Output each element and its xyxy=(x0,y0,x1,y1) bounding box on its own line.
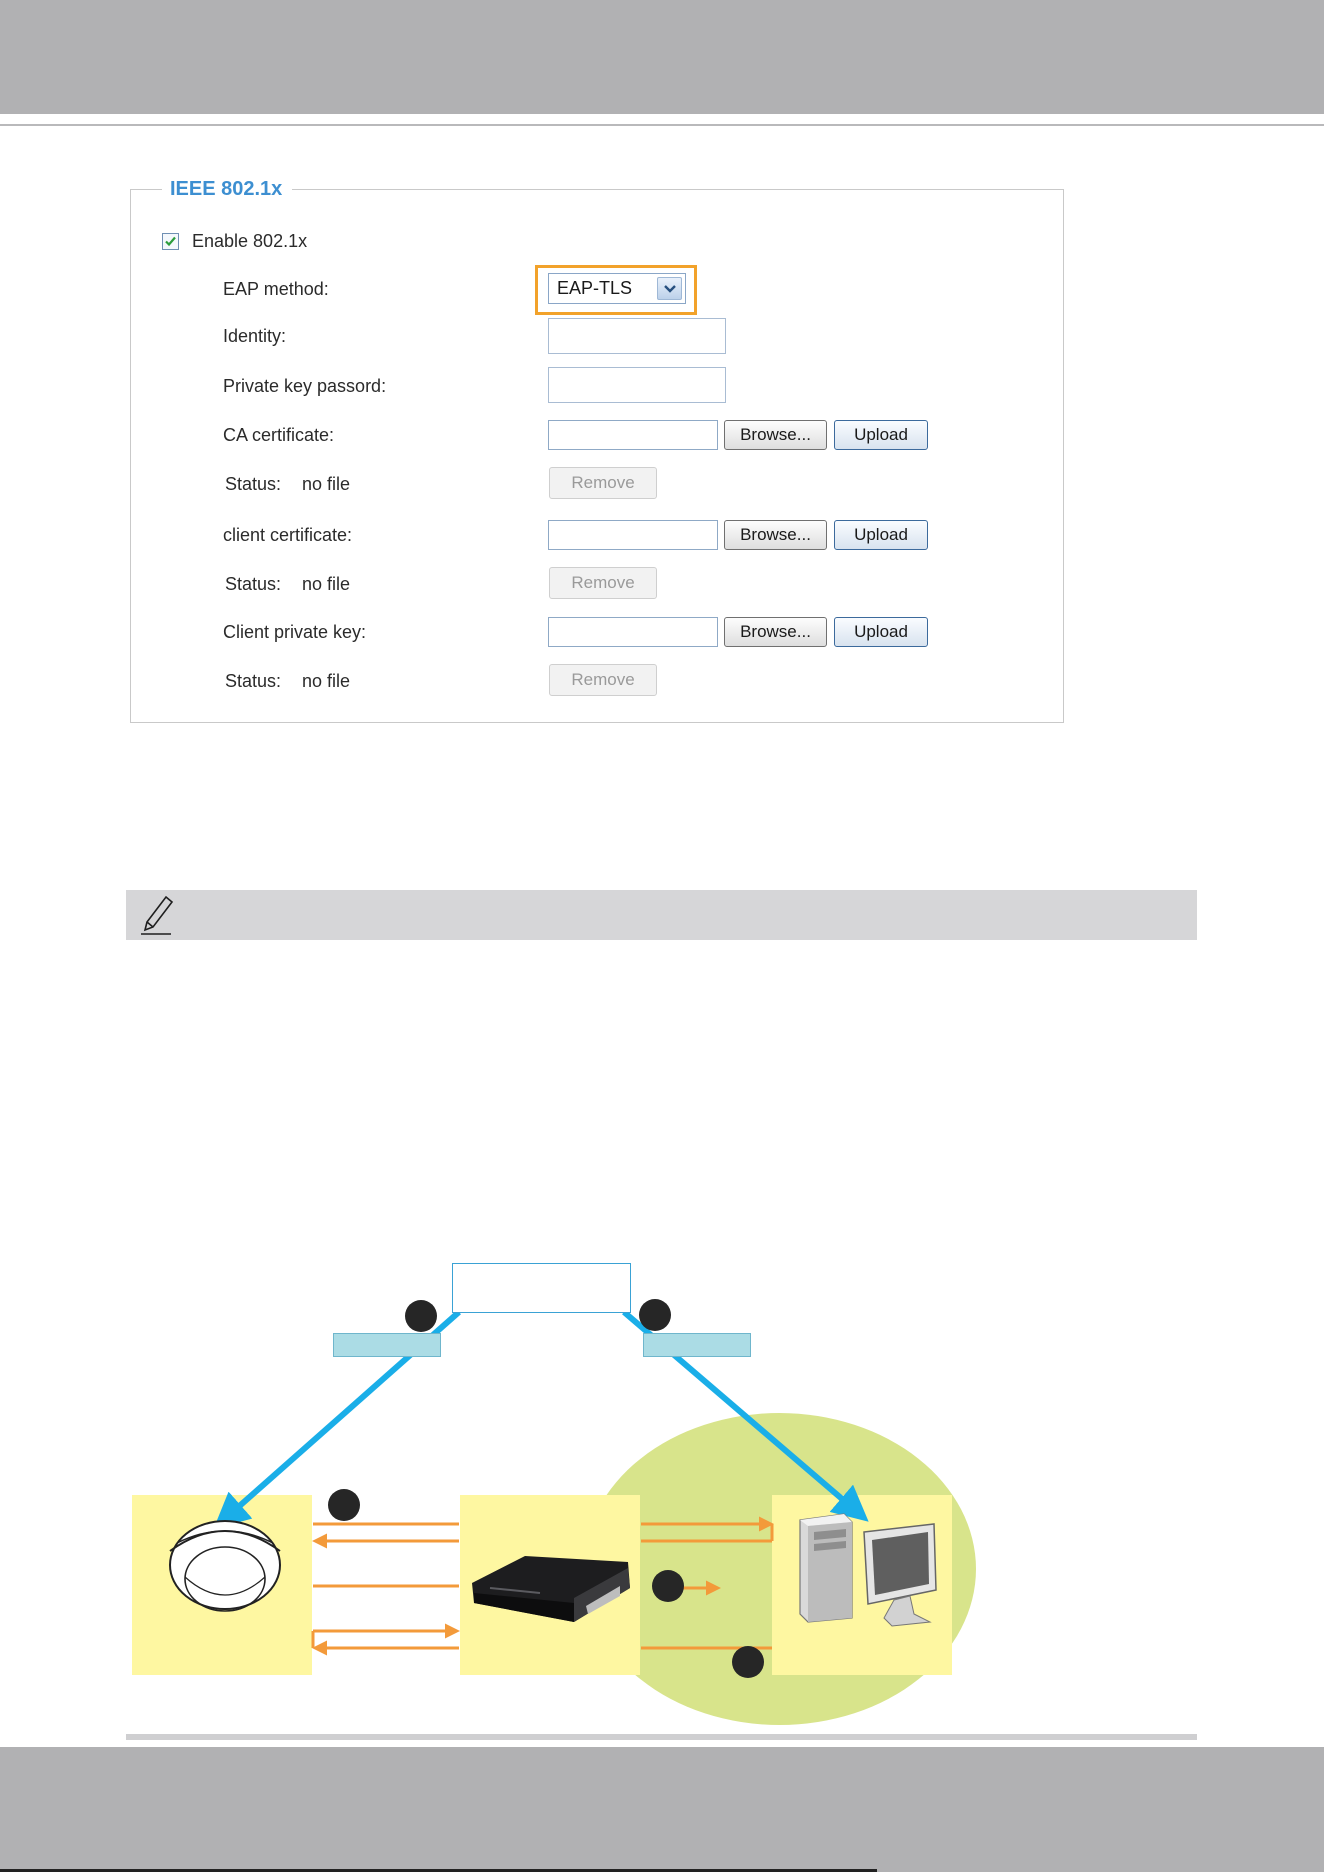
ca-certificate-file-input[interactable] xyxy=(548,420,718,450)
ca-status-value: no file xyxy=(302,474,351,494)
eap-method-label: EAP method: xyxy=(223,279,329,299)
note-bar xyxy=(126,890,1197,940)
client-private-key-label: Client private key: xyxy=(223,622,367,642)
private-key-browse-button[interactable]: Browse... xyxy=(724,617,827,647)
dome-camera-icon xyxy=(169,1520,281,1612)
private-key-status-value: no file xyxy=(302,671,351,691)
client-cert-browse-button[interactable]: Browse... xyxy=(724,520,827,550)
right-label-tag xyxy=(643,1333,751,1357)
private-key-remove-button[interactable]: Remove xyxy=(549,664,657,696)
private-key-upload-button[interactable]: Upload xyxy=(834,617,928,647)
bottom-divider xyxy=(126,1734,1197,1740)
client-cert-status-label: Status: xyxy=(225,574,282,594)
client-certificate-file-input[interactable] xyxy=(548,520,718,550)
client-cert-status-value: no file xyxy=(302,574,351,594)
identity-input[interactable] xyxy=(548,318,726,354)
enable-8021x-label: Enable 802.1x xyxy=(192,231,308,251)
ca-certificate-label: CA certificate: xyxy=(223,425,335,445)
ca-remove-button[interactable]: Remove xyxy=(549,467,657,499)
network-switch-icon xyxy=(472,1556,630,1622)
left-label-tag xyxy=(333,1333,441,1357)
pencil-icon xyxy=(141,895,174,935)
eap-method-value: EAP-TLS xyxy=(557,278,633,298)
enable-8021x-checkbox[interactable] xyxy=(162,233,179,250)
client-certificate-label: client certificate: xyxy=(223,525,353,545)
client-private-key-file-input[interactable] xyxy=(548,617,718,647)
client-cert-remove-button[interactable]: Remove xyxy=(549,567,657,599)
step-marker xyxy=(652,1570,684,1602)
top-divider xyxy=(0,124,1324,126)
ca-status-label: Status: xyxy=(225,474,282,494)
step-marker xyxy=(405,1300,437,1332)
computer-icon xyxy=(799,1513,937,1627)
private-key-status-label: Status: xyxy=(225,671,282,691)
authenticator-box xyxy=(452,1263,631,1313)
ca-browse-button[interactable]: Browse... xyxy=(724,420,827,450)
client-cert-upload-button[interactable]: Upload xyxy=(834,520,928,550)
private-key-password-label: Private key passord: xyxy=(223,376,387,396)
eap-method-select[interactable]: EAP-TLS xyxy=(548,273,686,304)
bottom-banner xyxy=(0,1747,1324,1872)
checkmark-icon xyxy=(165,236,176,247)
panel-legend: IEEE 802.1x xyxy=(162,176,293,202)
step-marker xyxy=(328,1489,360,1521)
ca-upload-button[interactable]: Upload xyxy=(834,420,928,450)
chevron-down-icon[interactable] xyxy=(657,277,682,300)
identity-label: Identity: xyxy=(223,326,287,346)
top-banner xyxy=(0,0,1324,114)
step-marker xyxy=(732,1646,764,1678)
step-marker xyxy=(639,1299,671,1331)
private-key-password-input[interactable] xyxy=(548,367,726,403)
